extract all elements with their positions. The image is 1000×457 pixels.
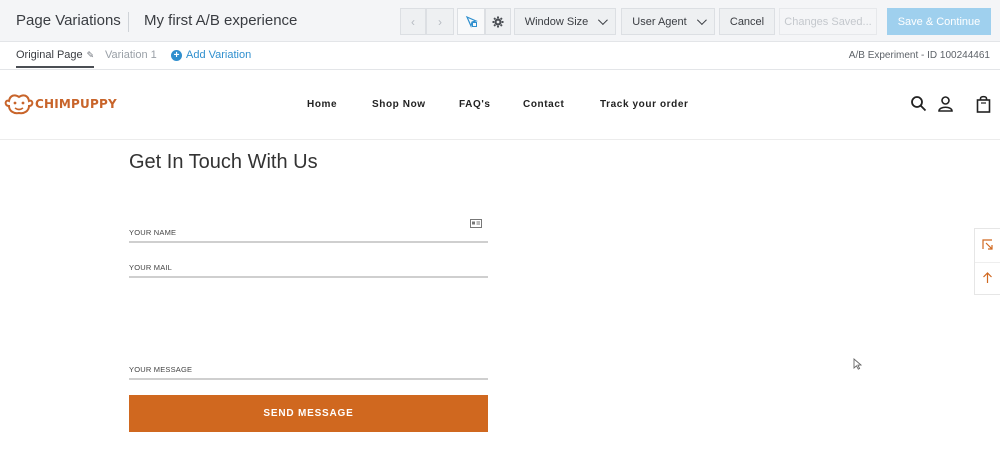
- cursor-select-icon: [465, 15, 478, 28]
- variation-tab-bar: Original Page ✎ Variation 1 + Add Variati…: [0, 42, 1000, 70]
- site-header: CHIMPUPPY Home Shop Now FAQ's Contact Tr…: [0, 70, 1000, 140]
- email-field-label: YOUR MAIL: [129, 263, 173, 272]
- cancel-button[interactable]: Cancel: [719, 8, 775, 35]
- app-title: Page Variations: [16, 12, 121, 29]
- send-message-button[interactable]: SEND MESSAGE: [129, 395, 488, 432]
- window-size-label: Window Size: [524, 15, 589, 28]
- contact-card-icon[interactable]: [470, 219, 482, 228]
- arrow-up-icon[interactable]: [981, 271, 994, 284]
- title-divider: [128, 12, 129, 32]
- plus-circle-icon: +: [171, 49, 182, 61]
- chevron-right-icon: ›: [438, 14, 442, 29]
- chevron-left-icon: ‹: [411, 14, 415, 29]
- select-element-button[interactable]: [457, 8, 485, 35]
- name-field[interactable]: YOUR NAME: [129, 219, 488, 243]
- gear-icon: [492, 16, 504, 27]
- user-agent-dropdown[interactable]: User Agent: [621, 8, 715, 35]
- settings-button[interactable]: [485, 8, 511, 35]
- name-field-label: YOUR NAME: [129, 228, 177, 237]
- logo-text: CHIMPUPPY: [35, 97, 117, 111]
- search-icon[interactable]: [910, 95, 927, 112]
- editor-toolbar: Page Variations My first A/B experience …: [0, 0, 1000, 42]
- forward-button[interactable]: ›: [426, 8, 454, 35]
- experience-name[interactable]: My first A/B experience: [144, 12, 297, 29]
- message-field-label: YOUR MESSAGE: [129, 365, 193, 374]
- save-continue-button[interactable]: Save & Continue: [887, 8, 991, 35]
- tab-original-page[interactable]: Original Page ✎: [16, 49, 95, 68]
- tab-variation-1[interactable]: Variation 1: [105, 49, 157, 61]
- changes-saved-status: Changes Saved...: [779, 8, 877, 35]
- back-button[interactable]: ‹: [400, 8, 426, 35]
- nav-faqs[interactable]: FAQ's: [459, 99, 491, 110]
- chimp-face-logo-icon: [4, 94, 34, 115]
- nav-track-order[interactable]: Track your order: [600, 99, 689, 110]
- user-agent-label: User Agent: [632, 15, 687, 28]
- shopping-bag-icon[interactable]: [976, 95, 991, 113]
- pencil-icon[interactable]: ✎: [87, 50, 95, 60]
- chevron-down-icon: [696, 15, 707, 26]
- nav-contact[interactable]: Contact: [523, 99, 564, 110]
- side-widget-divider: [975, 262, 1000, 263]
- chevron-down-icon: [598, 15, 609, 26]
- add-variation-button[interactable]: + Add Variation: [171, 49, 251, 61]
- add-variation-label: Add Variation: [186, 49, 252, 61]
- message-field[interactable]: YOUR MESSAGE: [129, 358, 488, 380]
- nav-home[interactable]: Home: [307, 99, 337, 110]
- tab-original-label: Original Page: [16, 49, 83, 61]
- page-heading: Get In Touch With Us: [129, 151, 318, 173]
- experiment-id: A/B Experiment - ID 100244461: [848, 50, 990, 61]
- floating-side-widget: [974, 228, 1000, 295]
- email-field[interactable]: YOUR MAIL: [129, 256, 488, 278]
- window-size-dropdown[interactable]: Window Size: [514, 8, 616, 35]
- user-icon[interactable]: [937, 95, 954, 112]
- site-logo[interactable]: CHIMPUPPY: [4, 92, 117, 116]
- mouse-cursor-icon: [853, 358, 862, 370]
- nav-shop-now[interactable]: Shop Now: [372, 99, 426, 110]
- bookmark-corner-icon[interactable]: [981, 238, 994, 251]
